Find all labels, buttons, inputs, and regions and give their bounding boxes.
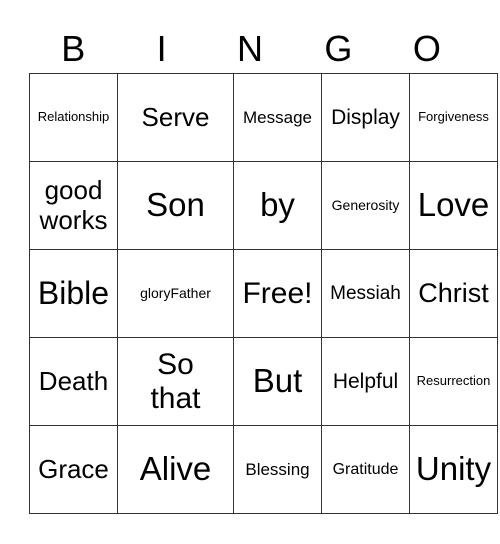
bingo-cell[interactable]: Alive <box>117 425 234 514</box>
bingo-row: Relationship Serve Message Display Forgi… <box>29 73 498 162</box>
bingo-cell[interactable]: Christ <box>409 249 498 338</box>
bingo-cell[interactable]: Display <box>321 73 410 162</box>
bingo-cell[interactable]: Generosity <box>321 161 410 250</box>
bingo-cell[interactable]: Son <box>117 161 234 250</box>
bingo-cell[interactable]: Unity <box>409 425 498 514</box>
bingo-cell[interactable]: Bible <box>29 249 118 338</box>
bingo-cell[interactable]: good works <box>29 161 118 250</box>
header-letter-n: N <box>237 28 264 69</box>
bingo-cell[interactable]: Relationship <box>29 73 118 162</box>
header-letter-o: O <box>412 28 441 69</box>
header-letter-b: B <box>61 28 86 69</box>
bingo-cell[interactable]: Messiah <box>321 249 410 338</box>
bingo-cell[interactable]: by <box>233 161 322 250</box>
bingo-card: Relationship Serve Message Display Forgi… <box>29 73 498 514</box>
bingo-cell[interactable]: Gratitude <box>321 425 410 514</box>
bingo-cell[interactable]: Blessing <box>233 425 322 514</box>
bingo-cell[interactable]: Message <box>233 73 322 162</box>
bingo-cell[interactable]: Helpful <box>321 337 410 426</box>
bingo-row: good works Son by Generosity Love <box>29 161 498 250</box>
bingo-cell[interactable]: Love <box>409 161 498 250</box>
bingo-cell[interactable]: Resurrection <box>409 337 498 426</box>
bingo-cell[interactable]: Free! <box>233 249 322 338</box>
bingo-cell[interactable]: Forgiveness <box>409 73 498 162</box>
header-letter-g: G <box>324 28 353 69</box>
bingo-cell[interactable]: gloryFather <box>117 249 234 338</box>
bingo-cell[interactable]: Grace <box>29 425 118 514</box>
bingo-cell[interactable]: Serve <box>117 73 234 162</box>
bingo-cell[interactable]: Death <box>29 337 118 426</box>
bingo-header: B I N G O <box>29 26 471 72</box>
header-letter-i: I <box>156 28 167 69</box>
bingo-row: Bible gloryFather Free! Messiah Christ <box>29 249 498 338</box>
bingo-cell[interactable]: But <box>233 337 322 426</box>
bingo-row: Death So that But Helpful Resurrection <box>29 337 498 426</box>
bingo-cell[interactable]: So that <box>117 337 234 426</box>
bingo-row: Grace Alive Blessing Gratitude Unity <box>29 425 498 514</box>
